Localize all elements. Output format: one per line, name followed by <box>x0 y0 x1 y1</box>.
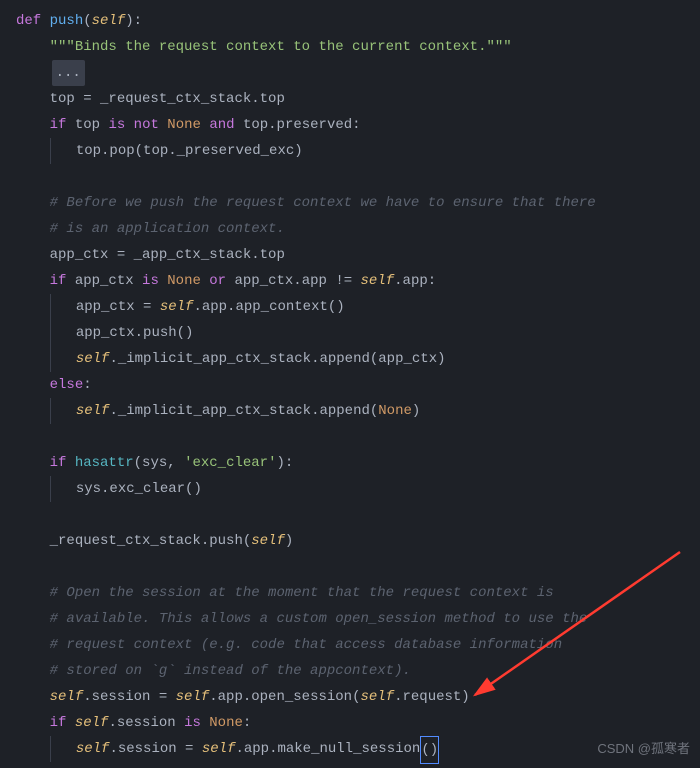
comment: # Before we push the request context we … <box>50 190 596 216</box>
comment: # Open the session at the moment that th… <box>50 580 554 606</box>
blank-line <box>0 424 700 450</box>
code-line: sys.exc_clear() <box>0 476 700 502</box>
code-line: self.session = self.app.make_null_sessio… <box>0 736 700 764</box>
code-line: app_ctx = _app_ctx_stack.top <box>0 242 700 268</box>
code-line: ... <box>0 60 700 86</box>
comment: # stored on `g` instead of the appcontex… <box>50 658 411 684</box>
stmt: top = _request_ctx_stack.top <box>50 86 285 112</box>
comment: # available. This allows a custom open_s… <box>50 606 588 632</box>
code-line: app_ctx = self.app.app_context() <box>0 294 700 320</box>
code-line: self._implicit_app_ctx_stack.append(app_… <box>0 346 700 372</box>
comment: # is an application context. <box>50 216 285 242</box>
code-line: # is an application context. <box>0 216 700 242</box>
blank-line <box>0 554 700 580</box>
watermark: CSDN @孤寒者 <box>597 736 690 762</box>
blank-line <box>0 502 700 528</box>
function-name: push <box>50 8 84 34</box>
blank-line <box>0 164 700 190</box>
code-line: if self.session is None: <box>0 710 700 736</box>
comment: # request context (e.g. code that access… <box>50 632 562 658</box>
code-line: # Open the session at the moment that th… <box>0 580 700 606</box>
code-line: def push(self): <box>0 8 700 34</box>
code-line: # request context (e.g. code that access… <box>0 632 700 658</box>
code-line: else: <box>0 372 700 398</box>
param-self: self <box>92 8 126 34</box>
code-line: app_ctx.push() <box>0 320 700 346</box>
code-line: if top is not None and top.preserved: <box>0 112 700 138</box>
code-line: top.pop(top._preserved_exc) <box>0 138 700 164</box>
code-line: self._implicit_app_ctx_stack.append(None… <box>0 398 700 424</box>
code-line: self.session = self.app.open_session(sel… <box>0 684 700 710</box>
code-line: # Before we push the request context we … <box>0 190 700 216</box>
code-line: if hasattr(sys, 'exc_clear'): <box>0 450 700 476</box>
code-line: # stored on `g` instead of the appcontex… <box>0 658 700 684</box>
docstring: """Binds the request context to the curr… <box>50 34 512 60</box>
code-editor[interactable]: def push(self): """Binds the request con… <box>0 0 700 764</box>
fold-marker[interactable]: ... <box>52 60 85 86</box>
code-line: """Binds the request context to the curr… <box>0 34 700 60</box>
code-line: if app_ctx is None or app_ctx.app != sel… <box>0 268 700 294</box>
keyword-def: def <box>16 8 41 34</box>
code-line: _request_ctx_stack.push(self) <box>0 528 700 554</box>
code-line: top = _request_ctx_stack.top <box>0 86 700 112</box>
cursor[interactable]: () <box>420 736 439 764</box>
code-line: # available. This allows a custom open_s… <box>0 606 700 632</box>
